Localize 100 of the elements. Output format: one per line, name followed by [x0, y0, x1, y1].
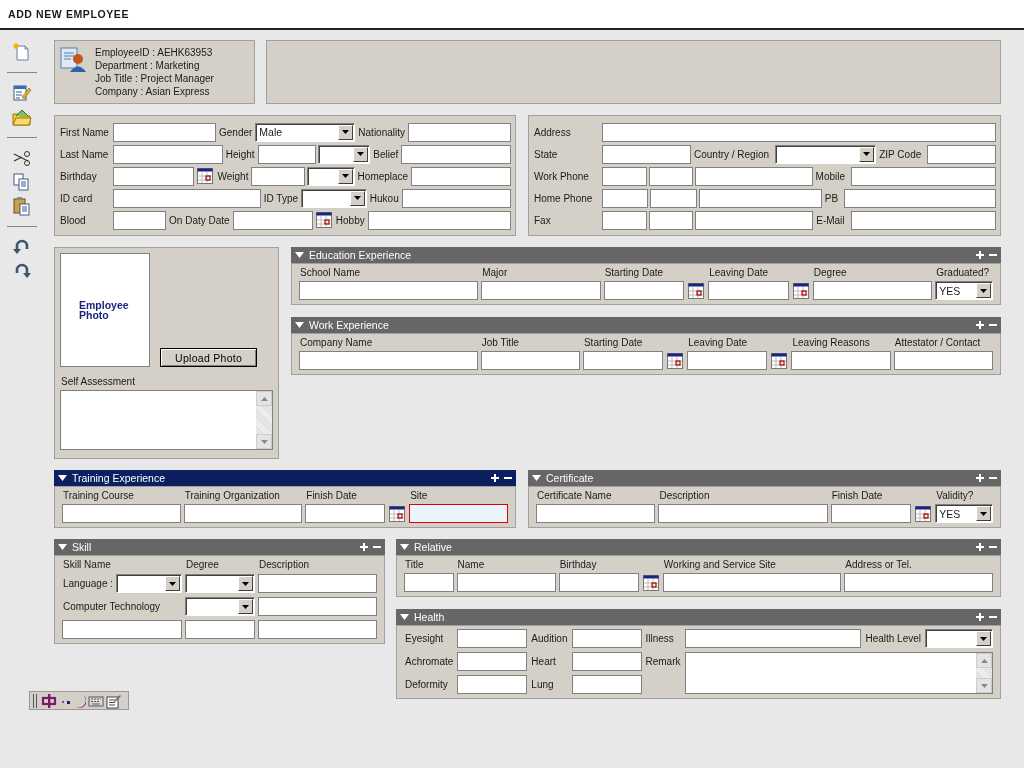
- text-field[interactable]: [571, 652, 642, 671]
- text-field[interactable]: [893, 351, 993, 370]
- text-field[interactable]: [251, 166, 306, 186]
- text-field[interactable]: [113, 188, 261, 208]
- calendar-icon[interactable]: [388, 504, 407, 523]
- copy-icon[interactable]: [12, 172, 32, 192]
- text-field[interactable]: [62, 620, 182, 639]
- dropdown[interactable]: [301, 188, 367, 208]
- text-field[interactable]: [113, 144, 223, 164]
- text-field[interactable]: [812, 281, 933, 300]
- text-field[interactable]: [480, 351, 580, 370]
- scrollbar[interactable]: [976, 653, 992, 693]
- calendar-icon[interactable]: [687, 281, 706, 300]
- text-field[interactable]: [257, 144, 317, 164]
- text-field[interactable]: [650, 188, 697, 208]
- text-field[interactable]: [401, 188, 511, 208]
- dropdown[interactable]: Male: [255, 122, 356, 142]
- dropdown[interactable]: [318, 144, 371, 164]
- calendar-icon[interactable]: [914, 504, 933, 523]
- text-field[interactable]: [62, 504, 181, 523]
- text-field[interactable]: [571, 675, 642, 694]
- text-field[interactable]: [698, 188, 822, 208]
- dropdown[interactable]: YES: [935, 504, 993, 523]
- text-field[interactable]: [582, 351, 664, 370]
- calendar-icon[interactable]: [666, 351, 685, 370]
- section-header[interactable]: Training Experience: [54, 470, 516, 486]
- text-field[interactable]: [687, 351, 768, 370]
- text-field[interactable]: [602, 166, 647, 186]
- text-field[interactable]: [481, 281, 601, 300]
- text-field[interactable]: [404, 573, 454, 592]
- scroll-up-arrow-icon[interactable]: [260, 396, 268, 401]
- calendar-icon[interactable]: [314, 211, 333, 229]
- text-field[interactable]: [258, 597, 377, 616]
- scroll-down-arrow-icon[interactable]: [260, 439, 268, 444]
- text-field[interactable]: [258, 620, 377, 639]
- text-field[interactable]: [113, 122, 216, 142]
- text-field[interactable]: [850, 210, 996, 230]
- open-folder-icon[interactable]: [12, 107, 32, 127]
- dropdown[interactable]: YES: [935, 281, 993, 300]
- text-field[interactable]: [536, 504, 656, 523]
- paste-icon[interactable]: [12, 196, 32, 216]
- text-field[interactable]: [927, 144, 996, 164]
- edit-form-icon[interactable]: [12, 83, 32, 103]
- upload-photo-button[interactable]: Upload Photo: [160, 348, 258, 367]
- text-field[interactable]: [401, 144, 511, 164]
- dropdown[interactable]: [925, 629, 993, 648]
- text-field[interactable]: [183, 504, 303, 523]
- collapse-triangle-icon[interactable]: [58, 475, 67, 481]
- text-field[interactable]: [791, 351, 891, 370]
- dropdown[interactable]: [185, 597, 255, 616]
- text-field[interactable]: [558, 573, 639, 592]
- text-field[interactable]: [695, 166, 813, 186]
- plus-icon[interactable]: [491, 474, 499, 482]
- calendar-icon[interactable]: [196, 167, 215, 185]
- text-field[interactable]: [684, 629, 862, 648]
- dropdown[interactable]: [185, 574, 255, 593]
- text-field[interactable]: [571, 629, 642, 648]
- text-field[interactable]: [299, 281, 479, 300]
- text-field[interactable]: [305, 504, 386, 523]
- text-field[interactable]: [457, 652, 528, 671]
- text-field[interactable]: [185, 620, 255, 639]
- text-field[interactable]: [299, 351, 478, 370]
- text-field[interactable]: [602, 210, 647, 230]
- text-field[interactable]: [457, 629, 528, 648]
- scrollbar[interactable]: [256, 391, 272, 449]
- input-method-icon[interactable]: [40, 692, 58, 709]
- text-field[interactable]: [602, 144, 691, 164]
- new-document-icon[interactable]: [12, 42, 32, 62]
- text-field[interactable]: [602, 122, 996, 142]
- settings-icon[interactable]: [106, 692, 122, 709]
- scroll-down-arrow-icon[interactable]: [980, 683, 988, 688]
- text-field[interactable]: [367, 210, 511, 230]
- text-field[interactable]: [830, 504, 912, 523]
- text-field[interactable]: [648, 210, 694, 230]
- text-field[interactable]: [603, 281, 685, 300]
- text-area[interactable]: [684, 652, 993, 694]
- text-field[interactable]: [113, 166, 195, 186]
- calendar-icon[interactable]: [791, 281, 810, 300]
- text-field[interactable]: [411, 166, 511, 186]
- dropdown[interactable]: [775, 144, 877, 164]
- text-field[interactable]: [844, 573, 993, 592]
- drag-handle-icon[interactable]: [32, 692, 38, 709]
- text-field[interactable]: [232, 210, 313, 230]
- text-field[interactable]: [695, 210, 814, 230]
- dropdown[interactable]: [116, 574, 182, 593]
- text-field[interactable]: [844, 188, 996, 208]
- calendar-icon[interactable]: [641, 573, 660, 592]
- text-field[interactable]: [648, 166, 694, 186]
- text-field[interactable]: [258, 574, 377, 593]
- text-field[interactable]: [708, 281, 789, 300]
- scissors-icon[interactable]: [12, 148, 32, 168]
- text-field[interactable]: [408, 122, 511, 142]
- text-field[interactable]: [658, 504, 828, 523]
- text-field[interactable]: [409, 504, 508, 523]
- text-field[interactable]: [113, 210, 167, 230]
- text-field[interactable]: [662, 573, 842, 592]
- text-field[interactable]: [851, 166, 996, 186]
- text-field[interactable]: [456, 573, 556, 592]
- calendar-icon[interactable]: [770, 351, 789, 370]
- dropdown[interactable]: [307, 166, 355, 186]
